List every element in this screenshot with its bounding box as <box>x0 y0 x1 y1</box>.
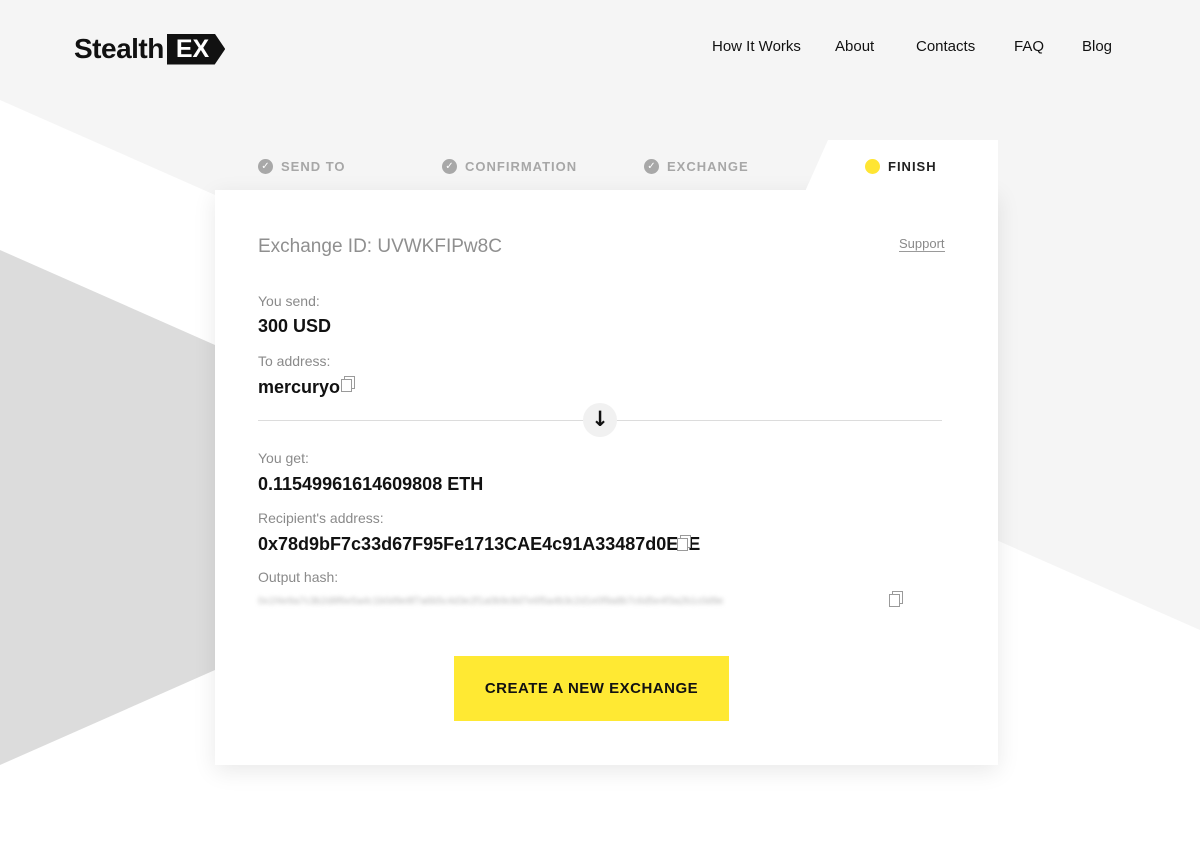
nav-about[interactable]: About <box>835 38 874 55</box>
step-label: CONFIRMATION <box>465 159 578 174</box>
step-exchange: ✓ EXCHANGE <box>644 159 749 174</box>
you-get-value: 0.11549961614609808 ETH <box>258 474 484 494</box>
to-address-label: To address: <box>258 353 331 369</box>
check-circle-icon: ✓ <box>644 159 659 174</box>
step-label: EXCHANGE <box>667 159 749 174</box>
main-nav: How It Works About Contacts FAQ Blog <box>0 38 1200 58</box>
output-hash-label: Output hash: <box>258 569 339 585</box>
step-label: FINISH <box>888 159 937 174</box>
check-circle-icon: ✓ <box>442 159 457 174</box>
copy-icon[interactable] <box>341 376 355 392</box>
nav-contacts[interactable]: Contacts <box>916 38 975 55</box>
arrow-down-icon: ↓ <box>583 403 617 437</box>
check-circle-icon: ✓ <box>258 159 273 174</box>
step-send-to: ✓ SEND TO <box>258 159 346 174</box>
create-new-exchange-button[interactable]: CREATE A NEW EXCHANGE <box>454 656 729 721</box>
copy-icon[interactable] <box>677 535 691 551</box>
copy-icon[interactable] <box>889 591 903 607</box>
exchange-id: Exchange ID: UVWKFIPw8C <box>258 236 502 257</box>
step-label: SEND TO <box>281 159 346 174</box>
nav-how-it-works[interactable]: How It Works <box>712 38 801 55</box>
you-send-label: You send: <box>258 293 320 309</box>
active-step-dot-icon <box>865 159 880 174</box>
recipient-address-label: Recipient's address: <box>258 510 384 526</box>
you-send-value: 300 USD <box>258 316 332 336</box>
nav-faq[interactable]: FAQ <box>1014 38 1044 55</box>
output-hash-value: 0x1f4e9a7c3b2d8f6e5a4c1b0d9e8f7a6b5c4d3e… <box>258 596 724 607</box>
you-get-label: You get: <box>258 450 309 466</box>
nav-blog[interactable]: Blog <box>1082 38 1112 55</box>
step-finish: FINISH <box>865 159 937 174</box>
recipient-address-value: 0x78d9bF7c33d67F95Fe1713CAE4c91A33487d0E… <box>258 534 701 554</box>
to-address-value: mercuryo <box>258 377 341 397</box>
step-confirmation: ✓ CONFIRMATION <box>442 159 577 174</box>
support-link[interactable]: Support <box>899 236 945 252</box>
